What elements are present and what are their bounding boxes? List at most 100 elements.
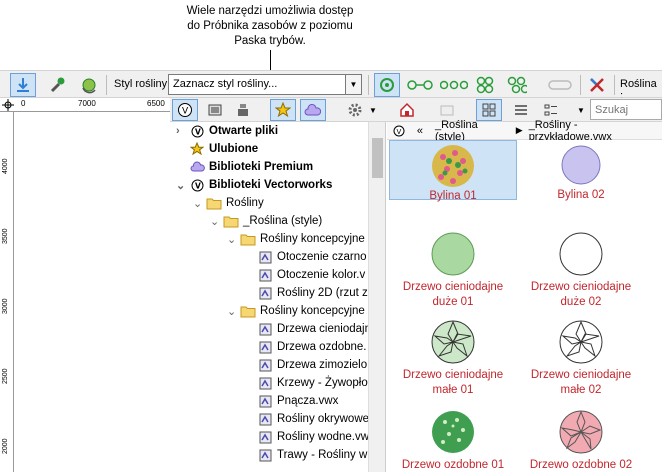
tree-item[interactable]: Otoczenie kolor.v bbox=[244, 266, 365, 284]
breadcrumb-back[interactable]: « bbox=[417, 125, 423, 137]
file-icon bbox=[256, 412, 274, 427]
insertion-mode-button[interactable] bbox=[10, 73, 36, 97]
tree-item[interactable]: ⌄ Rośliny bbox=[193, 194, 264, 212]
resource-thumbnail-item[interactable]: Drzewo cieniodajne duże 02 bbox=[517, 226, 645, 308]
tree-item[interactable]: › V Otwarte pliki bbox=[176, 122, 278, 140]
search-input[interactable] bbox=[590, 99, 662, 120]
resource-thumbnail-item[interactable]: Drzewo ozdobne 01 bbox=[389, 404, 517, 472]
tree-item[interactable]: ⌄ _Roślina (style) bbox=[210, 212, 322, 230]
resource-thumbnail-item[interactable]: Drzewo ozdobne 02 bbox=[517, 404, 645, 472]
resource-thumbnail-item[interactable]: Drzewo cieniodajne duże 01 bbox=[389, 226, 517, 308]
user-libraries-button[interactable] bbox=[230, 99, 256, 121]
tree-item-label: Rośliny bbox=[226, 197, 264, 209]
folder-icon bbox=[239, 233, 257, 246]
resource-tree: › V Otwarte pliki Ulubione Biblioteki Premiu… bbox=[170, 122, 386, 472]
resource-label-line-2: małe 01 bbox=[432, 384, 474, 396]
folder-icon bbox=[205, 197, 223, 210]
ruler-tick: 3000 bbox=[2, 298, 9, 314]
tree-item[interactable]: Trawy - Rośliny wi bbox=[244, 446, 370, 464]
breadcrumb-segment[interactable]: _Roślina (style) bbox=[435, 119, 510, 143]
apply-attributes-button[interactable] bbox=[76, 73, 102, 97]
poly-line-plant-mode-button[interactable] bbox=[438, 73, 470, 97]
tree-item[interactable]: ⌄ Rośliny koncepcyjne bbox=[227, 230, 365, 248]
breadcrumb: V « _Roślina (style) ▶ _Rośliny - przykł… bbox=[387, 119, 662, 143]
file-icon bbox=[256, 268, 274, 283]
expand-arrow-icon[interactable]: ⌄ bbox=[227, 233, 239, 246]
tree-scrollbar[interactable] bbox=[368, 122, 385, 472]
grid-plants-icon bbox=[476, 76, 494, 94]
ruler-tick: 2000 bbox=[2, 438, 9, 454]
file-icon bbox=[256, 340, 274, 355]
open-files-button[interactable] bbox=[202, 99, 228, 121]
home-button[interactable] bbox=[394, 99, 420, 121]
plant-settings-button[interactable] bbox=[584, 73, 610, 97]
tree-item[interactable]: Rośliny wodne.vw bbox=[244, 428, 369, 446]
eyedropper-icon bbox=[50, 77, 65, 93]
vectorworks-libraries-button[interactable]: V bbox=[172, 99, 198, 121]
settings-menu-button[interactable]: ▼ bbox=[342, 99, 382, 121]
tree-item-label: Drzewa cieniodajn bbox=[277, 323, 371, 335]
folder-icon bbox=[222, 215, 240, 228]
insert-arrow-icon bbox=[17, 78, 29, 92]
tree-item[interactable]: Drzewa ozdobne. bbox=[244, 338, 367, 356]
single-plant-mode-button[interactable] bbox=[374, 73, 400, 97]
file-icon bbox=[256, 250, 274, 265]
details-view-icon bbox=[544, 104, 557, 116]
ruler-tick: 2500 bbox=[2, 368, 9, 384]
tree-item-label: _Roślina (style) bbox=[243, 215, 323, 227]
tree-item[interactable]: Rośliny okrywowe bbox=[244, 410, 369, 428]
resource-thumbnail-item[interactable]: Drzewo cieniodajne małe 01 bbox=[389, 314, 517, 396]
tree-item[interactable]: ⌄ V Biblioteki Vectorworks bbox=[176, 176, 332, 194]
expand-arrow-icon[interactable]: ⌄ bbox=[227, 305, 239, 318]
breadcrumb-separator: ▶ bbox=[515, 125, 523, 135]
resource-label-line-1: Drzewo ozdobne 01 bbox=[401, 459, 505, 471]
plant-style-dropdown[interactable]: Zaznacz styl rośliny... ▼ bbox=[168, 74, 362, 95]
drzewo-cieniodajne-male-02-icon bbox=[517, 316, 645, 368]
dropdown-arrow-icon[interactable]: ▼ bbox=[345, 75, 361, 94]
bylina-02-icon bbox=[517, 142, 645, 188]
tree-item[interactable]: Otoczenie czarno bbox=[244, 248, 367, 266]
tree-item-label: Otoczenie czarno bbox=[277, 251, 367, 263]
expand-arrow-icon[interactable]: ⌄ bbox=[176, 179, 188, 192]
tree-item-label: Pnącza.vwx bbox=[277, 395, 339, 407]
tree-item-label: Otoczenie kolor.v bbox=[277, 269, 366, 281]
line-plant-mode-button[interactable] bbox=[404, 73, 436, 97]
triangular-array-mode-button[interactable] bbox=[504, 73, 530, 97]
resource-thumbnail-item[interactable]: Bylina 01 bbox=[389, 140, 517, 202]
v-icon: V bbox=[393, 125, 405, 136]
tree-item-label: Rośliny koncepcyjne bbox=[260, 305, 365, 317]
scrollbar-thumb[interactable] bbox=[372, 138, 383, 178]
tree-item[interactable]: Pnącza.vwx bbox=[244, 392, 338, 410]
premium-libraries-button[interactable] bbox=[300, 99, 326, 121]
favorites-button[interactable] bbox=[270, 99, 296, 121]
v-icon: V bbox=[188, 179, 206, 192]
pick-up-attributes-button[interactable] bbox=[44, 73, 70, 97]
resource-label-line-1: Drzewo cieniodajne bbox=[530, 281, 632, 293]
breadcrumb-segment[interactable]: _Rośliny - przykładowe.vwx bbox=[529, 119, 662, 143]
callout-line-3: Paska trybów. bbox=[234, 35, 306, 47]
resource-label-line-2: małe 02 bbox=[560, 384, 602, 396]
svg-text:V: V bbox=[195, 181, 201, 190]
tree-item[interactable]: Biblioteki Premium bbox=[176, 158, 313, 176]
tree-item[interactable]: ⌄ Rośliny koncepcyjne bbox=[227, 302, 365, 320]
grid-view-icon bbox=[482, 103, 496, 117]
tree-item[interactable]: Rośliny 2D (rzut z bbox=[244, 284, 368, 302]
plant-path-icon bbox=[548, 80, 572, 90]
expand-arrow-icon[interactable]: ⌄ bbox=[193, 197, 205, 210]
tree-item[interactable]: Drzewa zimozielo bbox=[244, 356, 367, 374]
resource-thumbnail-item[interactable]: Bylina 02 bbox=[517, 140, 645, 201]
tree-item[interactable]: Krzewy - Żywopło bbox=[244, 374, 368, 392]
tree-item-label: Rośliny 2D (rzut z bbox=[277, 287, 368, 299]
tree-item[interactable]: Ulubione bbox=[176, 140, 258, 158]
tree-item-label: Rośliny koncepcyjne bbox=[260, 233, 365, 245]
expand-arrow-icon[interactable]: › bbox=[176, 125, 188, 137]
tree-item-label: Drzewa zimozielo bbox=[277, 359, 368, 371]
file-icon bbox=[256, 286, 274, 301]
expand-arrow-icon[interactable]: ⌄ bbox=[210, 215, 222, 228]
plant-path-mode-button[interactable] bbox=[544, 73, 576, 97]
drawing-canvas[interactable] bbox=[15, 113, 170, 472]
tree-item-label: Drzewa ozdobne. bbox=[277, 341, 367, 353]
tree-item[interactable]: Drzewa cieniodajn bbox=[244, 320, 371, 338]
resource-thumbnail-item[interactable]: Drzewo cieniodajne małe 02 bbox=[517, 314, 645, 396]
rectangular-array-mode-button[interactable] bbox=[472, 73, 498, 97]
